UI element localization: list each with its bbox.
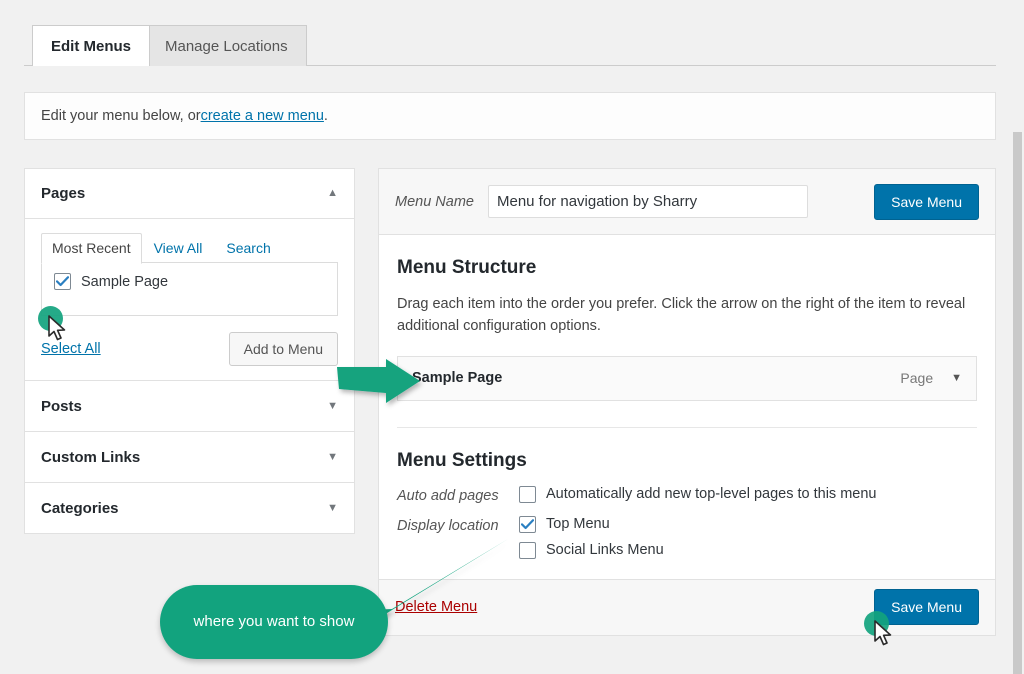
accordion-categories-header[interactable]: Categories ▼ <box>25 483 354 533</box>
subtab-view-all-label: View All <box>153 240 203 256</box>
chevron-down-icon[interactable]: ▼ <box>327 451 338 463</box>
delete-menu-link[interactable]: Delete Menu <box>395 599 477 615</box>
option-top-menu-label: Top Menu <box>546 516 610 533</box>
subtab-most-recent[interactable]: Most Recent <box>41 233 142 264</box>
add-menu-items-column: Pages ▲ Most Recent View All Search Samp… <box>24 168 355 534</box>
option-auto-add-pages[interactable]: Automatically add new top-level pages to… <box>519 485 877 503</box>
checkbox-top-menu[interactable] <box>519 515 536 533</box>
subtab-most-recent-label: Most Recent <box>52 240 131 256</box>
subtab-search-label: Search <box>226 240 271 256</box>
accordion-custom-links: Custom Links ▼ <box>24 431 355 482</box>
option-social-links-menu[interactable]: Social Links Menu <box>519 541 664 559</box>
menu-footer-bar: Delete Menu Save Menu <box>379 578 995 635</box>
tab-manage-locations-label: Manage Locations <box>165 37 288 55</box>
menu-name-input[interactable] <box>487 185 808 218</box>
menu-name-label: Menu Name <box>395 193 474 210</box>
page-scrollbar-thumb[interactable] <box>1013 132 1022 674</box>
edit-menu-notice: Edit your menu below, or create a new me… <box>24 92 996 140</box>
menu-structure-title: Menu Structure <box>397 257 537 278</box>
menu-settings-title: Menu Settings <box>397 449 527 471</box>
option-social-links-menu-label: Social Links Menu <box>546 542 664 559</box>
setting-auto-add-pages-options: Automatically add new top-level pages to… <box>519 485 877 503</box>
pages-subtabs: Most Recent View All Search <box>41 233 338 264</box>
accordion-categories: Categories ▼ <box>24 482 355 534</box>
tab-manage-locations[interactable]: Manage Locations <box>146 25 307 66</box>
menu-item-title: Sample Page <box>412 370 503 387</box>
list-item-label: Sample Page <box>81 273 169 290</box>
save-menu-button-top[interactable]: Save Menu <box>874 183 979 220</box>
setting-display-location-options: Top Menu Social Links Menu <box>519 515 664 559</box>
setting-display-location-label: Display location <box>397 517 499 534</box>
menu-item-row[interactable]: Sample Page Page ▼ <box>397 355 977 401</box>
accordion-categories-title: Categories <box>41 499 119 517</box>
page-scrollbar[interactable] <box>1010 0 1024 674</box>
menu-edit-column: Menu Name Save Menu Menu Structure Drag … <box>378 168 996 636</box>
accordion-posts-title: Posts <box>41 397 82 415</box>
option-auto-add-pages-label: Automatically add new top-level pages to… <box>546 486 877 503</box>
accordion-pages-title: Pages <box>41 185 86 202</box>
menu-item-type: Page <box>900 370 934 387</box>
chevron-down-icon[interactable]: ▼ <box>327 502 338 514</box>
tab-edit-menus-label: Edit Menus <box>51 37 132 55</box>
chevron-down-icon[interactable]: ▼ <box>327 400 338 412</box>
select-all-link[interactable]: Select All <box>41 341 101 357</box>
annotation-callout-bubble: where you want to show <box>160 585 388 659</box>
annotation-callout-text: where you want to show <box>193 612 355 630</box>
create-new-menu-link[interactable]: create a new menu <box>201 108 324 124</box>
notice-text-after: . <box>323 108 328 124</box>
accordion-pages-body: Most Recent View All Search Sample Page … <box>25 219 354 380</box>
subtab-search[interactable]: Search <box>214 234 282 263</box>
chevron-down-icon[interactable]: ▼ <box>951 372 962 384</box>
wordpress-menus-screen: Edit Menus Manage Locations Edit your me… <box>0 0 1024 674</box>
notice-text-before: Edit your menu below, or <box>41 108 201 124</box>
list-item[interactable]: Sample Page <box>54 273 325 290</box>
subtab-view-all[interactable]: View All <box>142 234 215 263</box>
pages-list: Sample Page <box>41 262 338 316</box>
checkbox-auto-add-pages[interactable] <box>519 485 536 503</box>
menu-name-bar: Menu Name Save Menu <box>379 169 995 235</box>
pages-actions: Select All Add to Menu <box>41 332 338 366</box>
tab-bar: Edit Menus Manage Locations <box>0 0 1010 66</box>
add-to-menu-button[interactable]: Add to Menu <box>228 332 338 366</box>
save-menu-button-bottom[interactable]: Save Menu <box>874 589 979 626</box>
accordion-posts: Posts ▼ <box>24 380 355 431</box>
menu-structure-help: Drag each item into the order you prefer… <box>397 296 966 335</box>
checkbox-social-links-menu[interactable] <box>519 541 536 559</box>
accordion-posts-header[interactable]: Posts ▼ <box>25 381 354 431</box>
setting-display-location: Display location Top Menu Social Links M… <box>397 515 977 559</box>
chevron-up-icon[interactable]: ▲ <box>327 188 338 199</box>
checkbox-sample-page[interactable] <box>54 273 71 290</box>
accordion-custom-links-title: Custom Links <box>41 448 141 466</box>
accordion-pages: Pages ▲ Most Recent View All Search Samp… <box>24 168 355 380</box>
accordion-pages-header[interactable]: Pages ▲ <box>25 169 354 219</box>
option-top-menu[interactable]: Top Menu <box>519 515 664 533</box>
menu-structure-section: Menu Structure Drag each item into the o… <box>379 235 995 559</box>
tab-edit-menus[interactable]: Edit Menus <box>32 25 151 66</box>
setting-auto-add-pages-label: Auto add pages <box>397 487 499 504</box>
section-divider <box>397 426 977 428</box>
accordion-custom-links-header[interactable]: Custom Links ▼ <box>25 432 354 482</box>
setting-auto-add-pages: Auto add pages Automatically add new top… <box>397 485 977 504</box>
